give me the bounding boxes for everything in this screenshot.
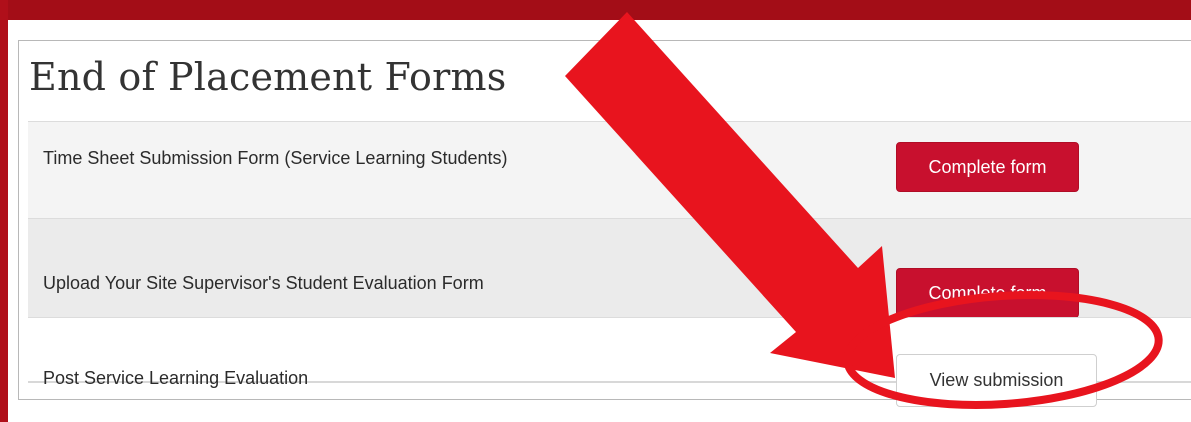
form-row-post-service-evaluation: Post Service Learning Evaluation View su…: [28, 317, 1191, 407]
complete-form-button-time-sheet[interactable]: Complete form: [896, 142, 1079, 192]
end-of-placement-forms-panel: End of Placement Forms Time Sheet Submis…: [18, 40, 1191, 407]
frame-top-border: [0, 0, 1191, 20]
form-row-time-sheet: Time Sheet Submission Form (Service Lear…: [28, 121, 1191, 218]
panel-title: End of Placement Forms: [29, 55, 507, 99]
form-label-post-service-evaluation: Post Service Learning Evaluation: [43, 368, 309, 388]
form-label-supervisor-evaluation: Upload Your Site Supervisor's Student Ev…: [43, 273, 484, 293]
view-submission-button[interactable]: View submission: [896, 354, 1097, 407]
form-row-supervisor-evaluation: Upload Your Site Supervisor's Student Ev…: [28, 218, 1191, 318]
frame-left-border: [0, 0, 8, 422]
form-label-time-sheet: Time Sheet Submission Form (Service Lear…: [43, 148, 508, 168]
complete-form-button-supervisor-evaluation[interactable]: Complete form: [896, 268, 1079, 318]
